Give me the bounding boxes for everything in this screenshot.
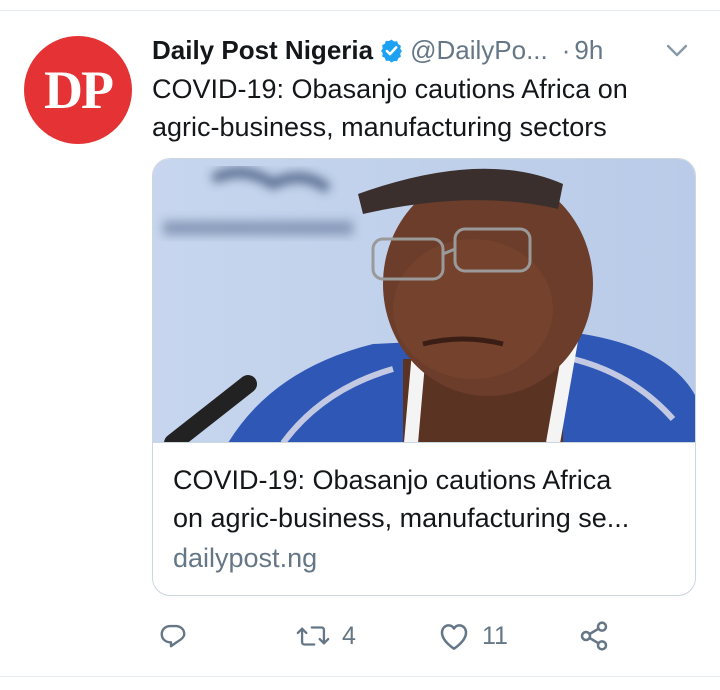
avatar[interactable]: DP <box>24 36 132 144</box>
timestamp[interactable]: 9h <box>574 35 603 66</box>
author-handle[interactable]: @DailyPo... <box>410 35 548 66</box>
card-domain: dailypost.ng <box>173 543 318 573</box>
reply-icon <box>160 624 186 648</box>
heart-icon <box>440 624 468 650</box>
author-name[interactable]: Daily Post Nigeria <box>152 35 373 66</box>
tweet[interactable]: DP Daily Post Nigeria @DailyPo... · 9h C… <box>0 0 720 690</box>
reply-button[interactable] <box>158 616 188 656</box>
tweet-actions: 4 11 <box>152 616 652 656</box>
divider-top <box>0 10 720 11</box>
divider-bottom <box>0 676 720 677</box>
avatar-initials: DP <box>44 60 114 120</box>
card-title[interactable]: COVID-19: Obasanjo cautions Africa on ag… <box>173 461 678 537</box>
retweet-icon <box>296 626 330 646</box>
card-title-line-2: on agric-business, manufacturing se... <box>173 503 630 533</box>
chevron-down-icon[interactable] <box>664 40 690 60</box>
card-title-line-1: COVID-19: Obasanjo cautions Africa <box>173 465 612 495</box>
like-count: 11 <box>482 621 508 650</box>
like-button[interactable]: 11 <box>438 616 508 656</box>
card-image[interactable] <box>153 159 695 443</box>
retweet-count: 4 <box>342 621 356 650</box>
dot-separator: · <box>561 34 571 65</box>
retweet-button[interactable]: 4 <box>296 616 356 656</box>
link-card[interactable]: COVID-19: Obasanjo cautions Africa on ag… <box>152 158 696 596</box>
tweet-text: COVID-19: Obasanjo cautions Africa on ag… <box>152 74 628 142</box>
share-button[interactable] <box>578 616 610 656</box>
tweet-header: Daily Post Nigeria @DailyPo... · 9h <box>152 32 696 68</box>
verified-badge-icon <box>381 39 402 62</box>
share-icon <box>580 621 608 651</box>
